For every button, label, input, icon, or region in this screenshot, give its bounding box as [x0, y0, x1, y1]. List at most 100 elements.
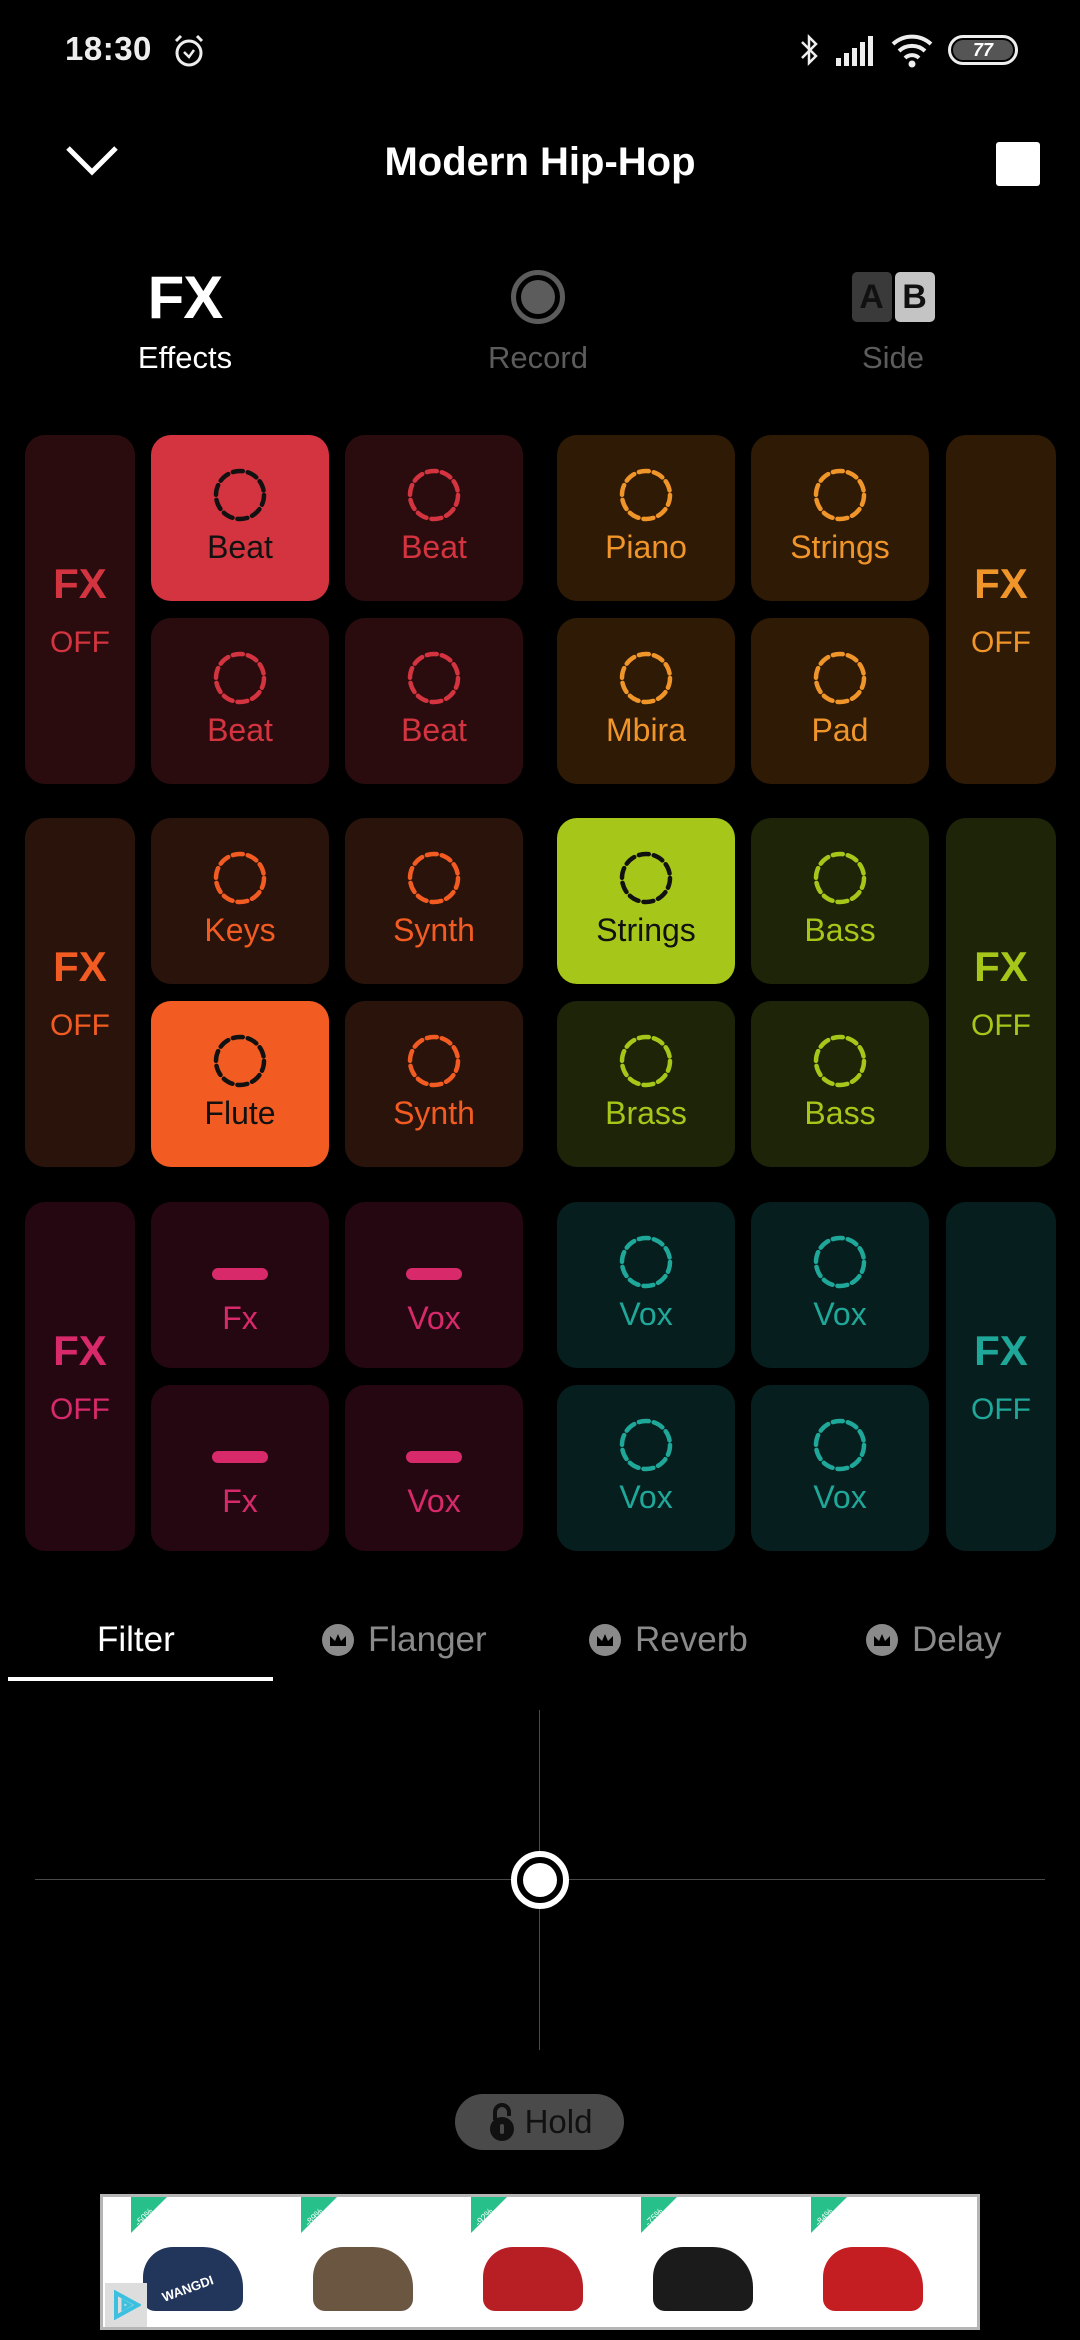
sound-pad[interactable]: Vox: [751, 1385, 929, 1551]
dashed-circle-icon: [619, 1034, 673, 1088]
dashed-circle-icon: [407, 651, 461, 705]
xy-effect-pad[interactable]: [35, 1710, 1045, 2050]
sound-pad[interactable]: Piano: [557, 435, 735, 601]
effect-tab-filter[interactable]: Filter: [97, 1615, 175, 1665]
ad-product[interactable]: -75%: [613, 2197, 783, 2327]
fx-toggle-right[interactable]: FX OFF: [946, 1202, 1056, 1551]
fx-toggle-state: OFF: [50, 1392, 110, 1426]
ad-product[interactable]: -84%: [783, 2197, 953, 2327]
effect-tab-flanger[interactable]: Flanger: [322, 1615, 487, 1665]
record-icon: [511, 270, 565, 324]
hold-button[interactable]: Hold: [455, 2094, 624, 2150]
sound-pad-label: Vox: [619, 1479, 673, 1515]
side-a-glyph: A: [851, 272, 892, 322]
fx-toggle-state: OFF: [971, 1392, 1031, 1426]
sound-pad[interactable]: Beat: [345, 618, 523, 784]
fx-toggle-left[interactable]: FX OFF: [25, 435, 135, 784]
dashed-circle-icon: [813, 1418, 867, 1472]
sound-pad-label: Beat: [207, 712, 273, 748]
empty-slot-icon: [406, 1268, 462, 1280]
dashed-circle-icon: [619, 468, 673, 522]
sound-pad[interactable]: Vox: [557, 1202, 735, 1368]
tab-side[interactable]: A B Side: [773, 262, 1013, 382]
ad-banner[interactable]: WANGDI -50% -89% -92% -75% -84%: [100, 2194, 980, 2330]
effect-tab-delay[interactable]: Delay: [866, 1615, 1001, 1665]
sound-pad[interactable]: Beat: [345, 435, 523, 601]
fx-toggle-title: FX: [974, 942, 1028, 990]
sound-pad[interactable]: Vox: [345, 1385, 523, 1551]
discount-badge: -89%: [301, 2197, 337, 2233]
wifi-icon: [891, 34, 933, 68]
sound-pad[interactable]: Vox: [557, 1385, 735, 1551]
sound-pad[interactable]: Bass: [751, 818, 929, 984]
sound-pad[interactable]: Keys: [151, 818, 329, 984]
lock-icon: [489, 2103, 514, 2141]
shoe-image: WANGDI: [143, 2247, 243, 2311]
sound-pad-label: Vox: [813, 1296, 867, 1332]
fx-toggle-right[interactable]: FX OFF: [946, 435, 1056, 784]
shoe-brand-text: WANGDI: [160, 2272, 216, 2305]
sound-pad-label: Synth: [393, 1095, 475, 1131]
fx-toggle-title: FX: [53, 1326, 107, 1374]
tab-record[interactable]: Record: [418, 262, 658, 382]
fx-toggle-state: OFF: [971, 625, 1031, 659]
fx-toggle-state: OFF: [971, 1008, 1031, 1042]
sound-pad-label: Bass: [804, 1095, 876, 1131]
discount-text: -50%: [133, 2206, 155, 2229]
dashed-circle-icon: [213, 468, 267, 522]
crown-icon: [866, 1624, 898, 1656]
ab-side-icon: A B: [851, 262, 935, 332]
discount-badge: -50%: [131, 2197, 167, 2233]
effect-tab-reverb[interactable]: Reverb: [589, 1615, 748, 1665]
sound-pad-label: Bass: [804, 912, 876, 948]
stop-button[interactable]: [996, 142, 1040, 186]
sound-pad[interactable]: Brass: [557, 1001, 735, 1167]
sound-pad[interactable]: Flute: [151, 1001, 329, 1167]
sound-pad[interactable]: Synth: [345, 1001, 523, 1167]
discount-text: -92%: [473, 2206, 495, 2229]
ad-product[interactable]: -92%: [443, 2197, 613, 2327]
bluetooth-icon: [801, 33, 818, 67]
sound-pad[interactable]: Synth: [345, 818, 523, 984]
shoe-image: [823, 2247, 923, 2311]
sound-pad[interactable]: Bass: [751, 1001, 929, 1167]
dashed-circle-icon: [407, 851, 461, 905]
sound-pad-label: Vox: [813, 1479, 867, 1515]
side-b-glyph: B: [894, 272, 935, 322]
sound-pad-label: Brass: [605, 1095, 687, 1131]
empty-slot-icon: [212, 1268, 268, 1280]
sound-pad-label: Vox: [619, 1296, 673, 1332]
sound-pad[interactable]: Fx: [151, 1202, 329, 1368]
sound-pad[interactable]: Pad: [751, 618, 929, 784]
sound-pad[interactable]: Strings: [751, 435, 929, 601]
sound-pad[interactable]: Vox: [345, 1202, 523, 1368]
sound-pad-label: Vox: [407, 1300, 461, 1336]
sound-pad[interactable]: Vox: [751, 1202, 929, 1368]
discount-badge: -92%: [471, 2197, 507, 2233]
sound-pad[interactable]: Beat: [151, 435, 329, 601]
sound-pad-label: Mbira: [605, 712, 686, 748]
ad-choices-icon[interactable]: [105, 2283, 147, 2327]
sound-pad-label: Strings: [596, 912, 696, 948]
shoe-image: [313, 2247, 413, 2311]
shoe-image: [483, 2247, 583, 2311]
fx-toggle-right[interactable]: FX OFF: [946, 818, 1056, 1167]
tab-effects[interactable]: FX Effects: [65, 262, 305, 382]
xy-knob[interactable]: [511, 1851, 569, 1909]
sound-pad-label: Beat: [207, 529, 273, 565]
sound-pad[interactable]: Strings: [557, 818, 735, 984]
dashed-circle-icon: [407, 468, 461, 522]
fx-toggle-left[interactable]: FX OFF: [25, 1202, 135, 1551]
dashed-circle-icon: [813, 851, 867, 905]
fx-toggle-title: FX: [974, 559, 1028, 607]
sound-pad[interactable]: Beat: [151, 618, 329, 784]
effect-tab-delay-label: Delay: [912, 1620, 1002, 1659]
dashed-circle-icon: [213, 1034, 267, 1088]
sound-pad-label: Keys: [204, 912, 276, 948]
fx-toggle-left[interactable]: FX OFF: [25, 818, 135, 1167]
sound-pad[interactable]: Mbira: [557, 618, 735, 784]
ad-product[interactable]: -89%: [273, 2197, 443, 2327]
empty-slot-icon: [406, 1451, 462, 1463]
page-title: Modern Hip-Hop: [384, 140, 696, 184]
sound-pad[interactable]: Fx: [151, 1385, 329, 1551]
